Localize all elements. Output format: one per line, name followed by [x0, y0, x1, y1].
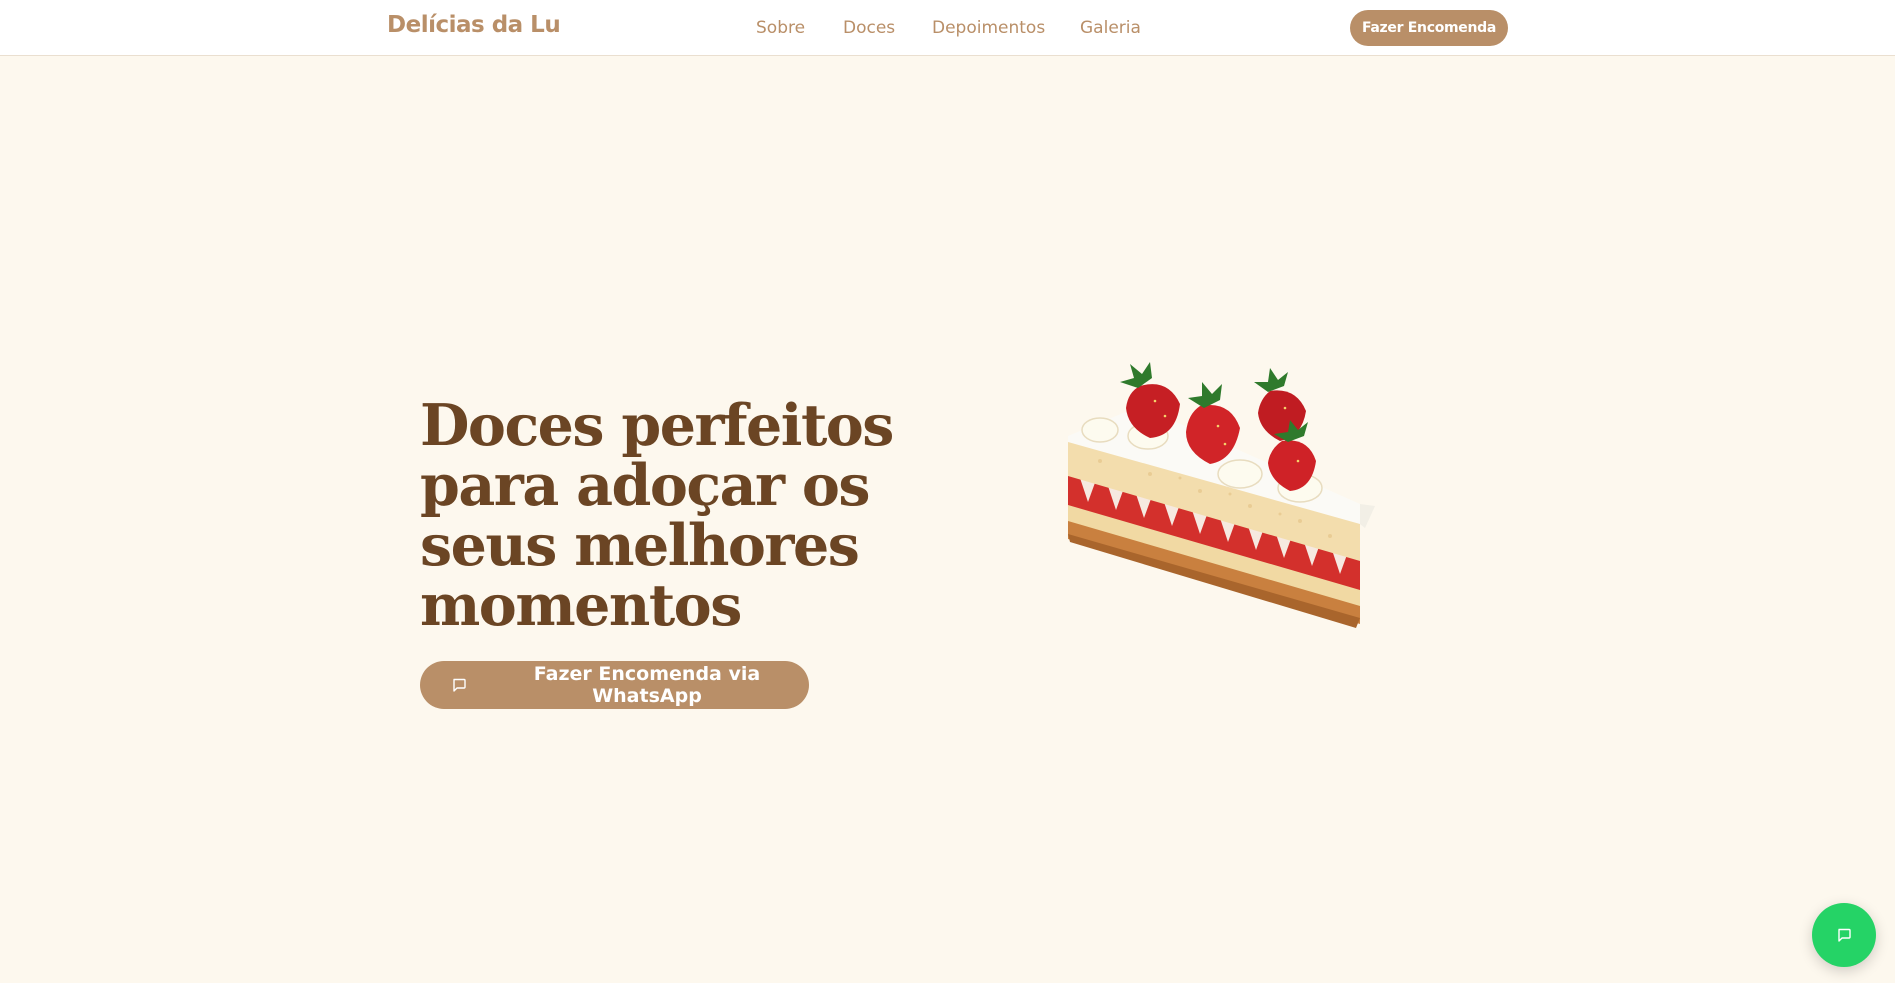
nav-link-depoimentos[interactable]: Depoimentos [932, 18, 1045, 38]
header-order-button[interactable]: Fazer Encomenda [1350, 10, 1508, 46]
floating-whatsapp-button[interactable] [1812, 903, 1876, 967]
nav-link-doces[interactable]: Doces [843, 18, 895, 38]
nav-link-galeria[interactable]: Galeria [1080, 18, 1141, 38]
hero-title: Doces perfeitos para adoçar os seus melh… [420, 392, 894, 639]
whatsapp-order-button[interactable]: Fazer Encomenda via WhatsApp [420, 661, 809, 709]
message-icon [451, 677, 467, 693]
brand-logo[interactable]: Delícias da Lu [387, 12, 561, 38]
site-header: Delícias da Lu Sobre Doces Depoimentos G… [0, 0, 1895, 56]
strawberry-cake-image [1068, 362, 1375, 628]
whatsapp-order-label: Fazer Encomenda via WhatsApp [533, 663, 761, 707]
nav-link-sobre[interactable]: Sobre [756, 18, 805, 38]
message-icon [1836, 927, 1852, 943]
